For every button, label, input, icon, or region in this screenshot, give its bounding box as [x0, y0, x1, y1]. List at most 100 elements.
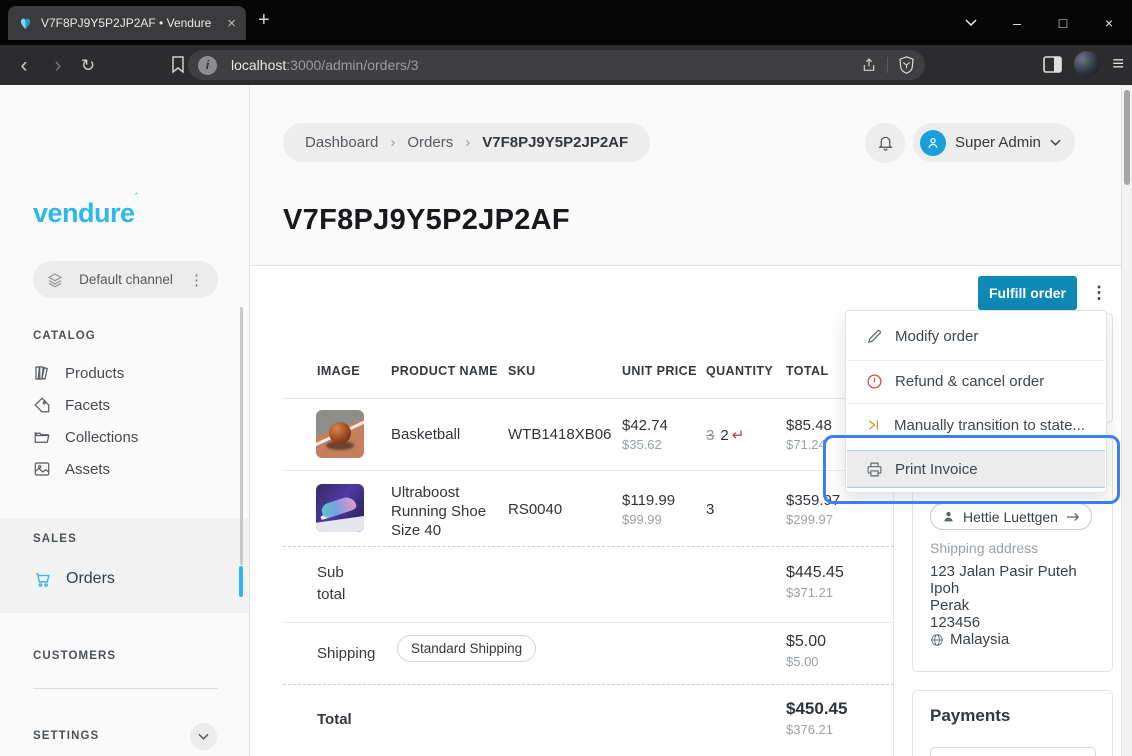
- person-icon: [926, 136, 940, 150]
- address-line: 123 Jalan Pasir Puteh: [930, 563, 1077, 580]
- tag-icon: [33, 396, 51, 414]
- order-lines-table: IMAGE PRODUCT NAME SKU UNIT PRICE QUANTI…: [283, 345, 894, 756]
- product-image-shoe[interactable]: [316, 484, 364, 532]
- shipping-method-badge: Standard Shipping: [397, 635, 536, 662]
- browser-menu-icon[interactable]: ≡: [1112, 53, 1124, 76]
- total-amount-secondary: $376.21: [786, 722, 847, 737]
- sidebar-item-orders[interactable]: Orders: [33, 566, 115, 592]
- quantity-cell: 32↵: [706, 426, 744, 444]
- product-image-basketball[interactable]: [316, 410, 364, 458]
- product-sku: WTB1418XB06: [508, 426, 611, 443]
- col-header-total: TOTAL: [786, 364, 829, 378]
- window-controls: – □ ×: [948, 0, 1132, 45]
- settings-expand-button[interactable]: [190, 723, 217, 750]
- tab-search-chevron-icon[interactable]: [948, 0, 994, 45]
- vendure-logo-text: vendure: [33, 198, 135, 228]
- window-minimize-button[interactable]: –: [994, 0, 1040, 45]
- section-label-settings[interactable]: SETTINGS: [33, 730, 99, 742]
- menu-item-refund-cancel[interactable]: Refund & cancel order: [847, 360, 1105, 403]
- total-amount: $450.45: [786, 699, 847, 719]
- browser-window: V7F8PJ9Y5P2JP2AF • Vendure × + – □ × ‹ ›…: [0, 0, 1132, 756]
- sidebar-item-assets[interactable]: Assets: [33, 456, 110, 482]
- sidebar-divider: [33, 688, 218, 689]
- cart-icon: [33, 570, 52, 589]
- address-line: 123456: [930, 614, 980, 631]
- sidebar-item-label: Products: [65, 365, 124, 382]
- section-label-customers[interactable]: CUSTOMERS: [33, 650, 116, 662]
- sidebar-toggle-icon[interactable]: [1043, 56, 1062, 73]
- more-actions-button[interactable]: ⋮: [1090, 278, 1108, 308]
- breadcrumb-current: V7F8PJ9Y5P2JP2AF: [482, 134, 628, 151]
- page-scrollbar-track[interactable]: [1121, 85, 1132, 756]
- shipping-amount: $5.00: [786, 633, 826, 651]
- product-sku: RS0040: [508, 501, 562, 518]
- total-amount-cell: $450.45 $376.21: [786, 699, 847, 737]
- page-title: V7F8PJ9Y5P2JP2AF: [283, 204, 570, 237]
- window-close-button[interactable]: ×: [1086, 0, 1132, 45]
- sidebar-item-facets[interactable]: Facets: [33, 392, 110, 418]
- shipping-amount-cell: $5.00 $5.00: [786, 633, 826, 669]
- address-bar[interactable]: i localhost:3000/admin/orders/3: [188, 50, 925, 80]
- total-label: Total: [317, 709, 352, 731]
- tab-title: V7F8PJ9Y5P2JP2AF • Vendure: [41, 16, 219, 30]
- subtotal-amount: $445.45: [786, 564, 844, 582]
- toolbar-divider: [887, 57, 888, 73]
- warning-circle-icon: [866, 373, 883, 390]
- active-item-indicator: [239, 566, 243, 597]
- address-country: Malaysia: [930, 631, 1009, 648]
- user-avatar: [920, 130, 946, 156]
- payments-title: Payments: [930, 706, 1010, 726]
- browser-tab[interactable]: V7F8PJ9Y5P2JP2AF • Vendure ×: [8, 6, 246, 40]
- table-header-row: IMAGE PRODUCT NAME SKU UNIT PRICE QUANTI…: [283, 345, 894, 399]
- breadcrumb: Dashboard › Orders › V7F8PJ9Y5P2JP2AF: [283, 123, 650, 162]
- user-menu[interactable]: Super Admin: [913, 123, 1075, 162]
- menu-item-modify-order[interactable]: Modify order: [847, 313, 1105, 360]
- sidebar-item-products[interactable]: Products: [33, 360, 124, 386]
- pencil-icon: [866, 328, 883, 345]
- col-header-sku: SKU: [508, 364, 536, 378]
- unit-price-secondary: $35.62: [622, 437, 668, 452]
- table-row: Ultraboost Running Shoe Size 40 RS0040 $…: [283, 470, 894, 547]
- breadcrumb-dashboard[interactable]: Dashboard: [305, 134, 378, 151]
- tab-close-icon[interactable]: ×: [227, 16, 236, 31]
- new-tab-button[interactable]: +: [258, 9, 270, 32]
- country-name: Malaysia: [950, 631, 1009, 648]
- sidebar-item-label: Assets: [65, 461, 110, 478]
- unit-price: $42.74: [622, 417, 668, 434]
- quantity: 3: [706, 501, 714, 518]
- chevron-right-icon: ›: [465, 134, 470, 151]
- bookmark-icon[interactable]: [166, 53, 190, 77]
- sidebar-scrollbar[interactable]: [240, 307, 243, 565]
- customer-link[interactable]: Hettie Luettgen: [930, 503, 1092, 530]
- col-header-image: IMAGE: [317, 364, 360, 378]
- fulfill-order-button[interactable]: Fulfill order: [978, 276, 1077, 310]
- back-icon[interactable]: ‹: [12, 53, 36, 77]
- section-label-catalog: CATALOG: [33, 330, 96, 342]
- product-name[interactable]: Basketball: [391, 426, 460, 443]
- browser-controls-right: ≡: [1043, 51, 1124, 77]
- browser-profile-avatar[interactable]: [1074, 51, 1100, 77]
- menu-item-label: Modify order: [895, 328, 978, 345]
- share-icon[interactable]: [861, 57, 877, 73]
- product-name[interactable]: Ultraboost Running Shoe Size 40: [391, 483, 503, 540]
- breadcrumb-orders[interactable]: Orders: [407, 134, 453, 151]
- channel-selector[interactable]: Default channel ⋮: [33, 261, 218, 298]
- address-line: Perak: [930, 597, 969, 614]
- sidebar-item-label: Collections: [65, 429, 138, 446]
- forward-icon[interactable]: ›: [46, 53, 70, 77]
- user-name: Super Admin: [955, 134, 1041, 151]
- subtotal-amount-cell: $445.45 $371.21: [786, 564, 844, 600]
- window-maximize-button[interactable]: □: [1040, 0, 1086, 45]
- menu-item-label: Refund & cancel order: [895, 373, 1044, 390]
- page-scrollbar-thumb[interactable]: [1124, 90, 1130, 185]
- quantity-changed-arrow-icon: ↵: [732, 427, 745, 444]
- vendure-logo[interactable]: vendure´: [33, 198, 138, 229]
- channel-ellipsis-icon[interactable]: ⋮: [189, 271, 204, 289]
- notifications-button[interactable]: [865, 123, 905, 163]
- sidebar-item-collections[interactable]: Collections: [33, 424, 138, 450]
- reload-icon[interactable]: ↻: [76, 53, 100, 77]
- site-info-icon[interactable]: i: [198, 56, 217, 75]
- chevron-down-icon: [198, 733, 209, 740]
- shipping-address-label: Shipping address: [930, 540, 1038, 556]
- brave-shield-icon[interactable]: [898, 56, 915, 74]
